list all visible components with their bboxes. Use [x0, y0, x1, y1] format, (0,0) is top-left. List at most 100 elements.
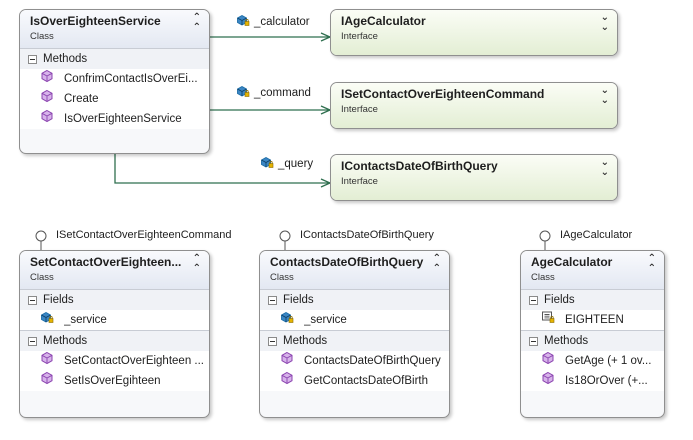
class-header[interactable]: IsOverEighteenService Class ⌃ ⌃	[20, 10, 209, 48]
class-header[interactable]: ContactsDateOfBirthQuery Class ⌃ ⌃	[260, 251, 449, 289]
section-title: Fields	[283, 294, 314, 306]
class-stereotype: Class	[531, 272, 555, 283]
interface-lollipop-icon[interactable]	[279, 230, 291, 242]
member-row[interactable]: ContactsDateOfBirthQuery	[260, 351, 449, 371]
member-name: IsOverEighteenService	[64, 113, 182, 125]
section-title: Methods	[283, 335, 328, 347]
interface-lollipop-icon[interactable]	[539, 230, 551, 242]
method-icon	[541, 351, 565, 371]
field-icon	[260, 155, 278, 172]
member-name: GetAge (+ 1 ov...	[565, 355, 652, 367]
section-title: Methods	[544, 335, 589, 347]
class-header[interactable]: ISetContactOverEighteenCommand Interface…	[331, 83, 617, 128]
method-icon	[40, 69, 64, 89]
collapse-toggle-icon[interactable]	[28, 336, 37, 346]
member-row[interactable]: Create	[20, 89, 209, 109]
class-name: IsOverEighteenService	[30, 14, 161, 28]
class-header[interactable]: SetContactOverEighteen... Class ⌃ ⌃	[20, 251, 209, 289]
method-icon	[40, 351, 64, 371]
class-header[interactable]: AgeCalculator Class ⌃ ⌃	[521, 251, 664, 289]
method-icon	[541, 371, 565, 391]
member-name: EIGHTEEN	[565, 314, 624, 326]
class-stereotype: Interface	[341, 176, 378, 187]
member-row[interactable]: _service	[20, 310, 209, 330]
collapse-chevron-icon[interactable]: ⌃ ⌃	[193, 13, 201, 33]
collapse-toggle-icon[interactable]	[28, 54, 37, 64]
class-name: ContactsDateOfBirthQuery	[270, 255, 424, 269]
class-stereotype: Class	[30, 272, 54, 283]
association-name: _command	[254, 86, 311, 99]
collapse-toggle-icon[interactable]	[529, 336, 538, 346]
member-row[interactable]: SetIsOverEgihteen	[20, 371, 209, 391]
section-header-methods[interactable]: Methods	[20, 48, 209, 69]
member-name: ContactsDateOfBirthQuery	[304, 355, 441, 367]
class-box-iquery[interactable]: IContactsDateOfBirthQuery Interface ⌄ ⌄	[330, 154, 618, 201]
section-title: Fields	[43, 294, 74, 306]
member-row[interactable]: SetContactOverEighteen ...	[20, 351, 209, 371]
section-header-fields[interactable]: Fields	[260, 289, 449, 310]
collapse-chevron-icon[interactable]: ⌃ ⌃	[648, 254, 656, 274]
class-name: AgeCalculator	[531, 255, 613, 269]
section-header-methods[interactable]: Methods	[521, 330, 664, 351]
interface-lollipop-icon[interactable]	[35, 230, 47, 242]
member-name: _service	[64, 314, 107, 326]
field-icon	[40, 310, 64, 330]
association-name: _calculator	[254, 15, 310, 28]
member-row[interactable]: GetContactsDateOfBirth	[260, 371, 449, 391]
class-box-iset[interactable]: ISetContactOverEighteenCommand Interface…	[330, 82, 618, 129]
section-header-methods[interactable]: Methods	[260, 330, 449, 351]
section-header-fields[interactable]: Fields	[521, 289, 664, 310]
association-label: _query	[260, 155, 313, 172]
member-row[interactable]: EIGHTEEN	[521, 310, 664, 330]
class-stereotype: Interface	[341, 31, 378, 42]
expand-chevron-icon[interactable]: ⌄ ⌄	[601, 158, 609, 178]
method-icon	[280, 371, 304, 391]
class-box-isover[interactable]: IsOverEighteenService Class ⌃ ⌃ Methods C…	[19, 9, 210, 154]
expand-chevron-icon[interactable]: ⌄ ⌄	[601, 13, 609, 33]
member-row[interactable]: Is18OrOver (+...	[521, 371, 664, 391]
member-name: SetIsOverEgihteen	[64, 375, 161, 387]
member-name: GetContactsDateOfBirth	[304, 375, 428, 387]
section-header-fields[interactable]: Fields	[20, 289, 209, 310]
class-box-agecalc[interactable]: AgeCalculator Class ⌃ ⌃ Fields EIGHTEEN M…	[520, 250, 665, 418]
member-row[interactable]: GetAge (+ 1 ov...	[521, 351, 664, 371]
association-label: _calculator	[236, 13, 310, 30]
field-icon	[236, 13, 254, 30]
member-row[interactable]: _service	[260, 310, 449, 330]
class-box-setcmd[interactable]: SetContactOverEighteen... Class ⌃ ⌃ Field…	[19, 250, 210, 418]
class-box-iage[interactable]: IAgeCalculator Interface ⌄ ⌄	[330, 9, 618, 56]
expand-chevron-icon[interactable]: ⌄ ⌄	[601, 86, 609, 106]
association-name: _query	[278, 157, 314, 170]
class-stereotype: Interface	[341, 104, 378, 115]
class-box-dobquery[interactable]: ContactsDateOfBirthQuery Class ⌃ ⌃ Fields…	[259, 250, 450, 418]
member-row[interactable]: ConfrimContactIsOverEi...	[20, 69, 209, 89]
implemented-interface-label: IContactsDateOfBirthQuery	[300, 229, 434, 241]
class-stereotype: Class	[270, 272, 294, 283]
member-name: Create	[64, 93, 99, 105]
method-icon	[280, 351, 304, 371]
collapse-chevron-icon[interactable]: ⌃ ⌃	[433, 254, 441, 274]
section-title: Methods	[43, 335, 88, 347]
class-name: IAgeCalculator	[341, 14, 426, 28]
collapse-toggle-icon[interactable]	[529, 295, 538, 305]
collapse-toggle-icon[interactable]	[268, 295, 277, 305]
member-row[interactable]: IsOverEighteenService	[20, 109, 209, 129]
collapse-toggle-icon[interactable]	[28, 295, 37, 305]
member-name: ConfrimContactIsOverEi...	[64, 73, 198, 85]
collapse-chevron-icon[interactable]: ⌃ ⌃	[193, 254, 201, 274]
method-icon	[40, 89, 64, 109]
class-name: IContactsDateOfBirthQuery	[341, 159, 498, 173]
class-name: SetContactOverEighteen...	[30, 255, 182, 269]
class-header[interactable]: IContactsDateOfBirthQuery Interface ⌄ ⌄	[331, 155, 617, 200]
class-header[interactable]: IAgeCalculator Interface ⌄ ⌄	[331, 10, 617, 55]
member-name: SetContactOverEighteen ...	[64, 355, 204, 367]
field-icon	[280, 310, 304, 330]
member-name: _service	[304, 314, 347, 326]
implemented-interface-label: ISetContactOverEighteenCommand	[56, 229, 232, 241]
method-icon	[40, 109, 64, 129]
section-header-methods[interactable]: Methods	[20, 330, 209, 351]
section-title: Methods	[43, 53, 88, 65]
section-title: Fields	[544, 294, 575, 306]
collapse-toggle-icon[interactable]	[268, 336, 277, 346]
constant-icon	[541, 310, 565, 330]
